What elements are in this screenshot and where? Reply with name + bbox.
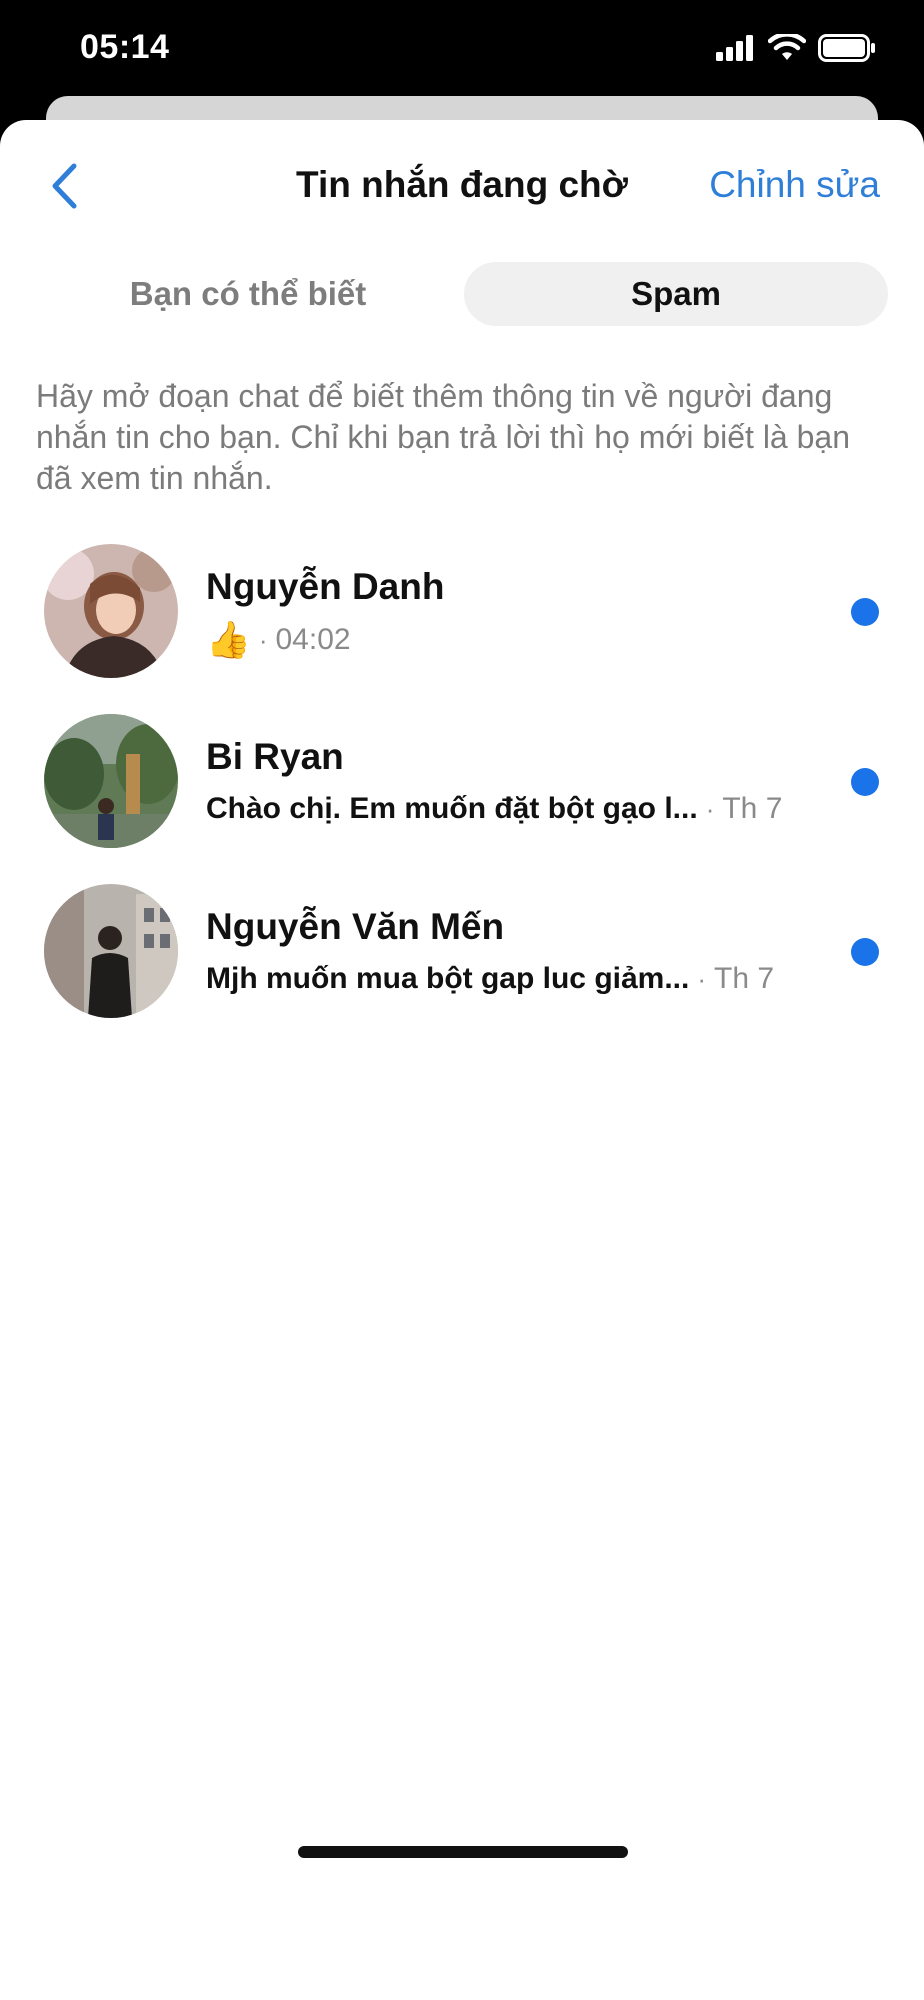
conversation-time: 04:02 — [275, 623, 351, 656]
edit-button[interactable]: Chỉnh sửa — [709, 164, 880, 206]
status-bar: 05:14 — [0, 0, 924, 100]
conversation-time: Th 7 — [714, 962, 775, 995]
signal-icon — [716, 35, 753, 61]
status-icons — [716, 34, 876, 62]
conversation-time: Th 7 — [722, 792, 783, 825]
separator: · — [705, 793, 715, 824]
avatar — [44, 884, 178, 1018]
unread-dot — [851, 768, 879, 796]
conversation-subtitle: 👍 · 04:02 — [206, 622, 826, 658]
battery-icon — [818, 34, 875, 62]
segmented-control: Bạn có thể biết Spam — [36, 262, 888, 326]
conversation-item[interactable]: Nguyễn Văn Mến Mjh muốn mua bột gap luc … — [0, 880, 924, 1050]
thumbs-up-icon: 👍 — [206, 619, 251, 660]
conversation-subtitle: Mjh muốn mua bột gap luc giảm... · Th 7 — [206, 962, 826, 996]
conversation-subtitle: Chào chị. Em muốn đặt bột gạo l... · Th … — [206, 792, 826, 826]
status-time: 05:14 — [80, 28, 170, 66]
home-indicator[interactable] — [298, 1846, 628, 1858]
unread-dot — [851, 938, 879, 966]
conversation-preview: Chào chị. Em muốn đặt bột gạo l... — [206, 792, 698, 825]
conversation-name: Nguyễn Văn Mến — [206, 906, 505, 947]
nav-bar: Tin nhắn đang chờ Chỉnh sửa — [0, 150, 924, 220]
conversation-preview: Mjh muốn mua bột gap luc giảm... — [206, 962, 690, 995]
separator: · — [258, 624, 268, 655]
tab-people-you-may-know[interactable]: Bạn có thể biết — [36, 262, 460, 326]
unread-dot — [851, 598, 879, 626]
conversation-item[interactable]: Nguyễn Danh 👍 · 04:02 — [0, 540, 924, 710]
conversation-list: Nguyễn Danh 👍 · 04:02 Bi Ryan Chào chị. … — [0, 540, 924, 1050]
conversation-item[interactable]: Bi Ryan Chào chị. Em muốn đặt bột gạo l.… — [0, 710, 924, 880]
conversation-name: Nguyễn Danh — [206, 566, 445, 607]
avatar — [44, 544, 178, 678]
tab-spam[interactable]: Spam — [464, 262, 888, 326]
separator: · — [697, 963, 707, 994]
info-text: Hãy mở đoạn chat để biết thêm thông tin … — [36, 378, 850, 496]
wifi-icon — [768, 34, 806, 60]
conversation-name: Bi Ryan — [206, 736, 344, 777]
avatar — [44, 714, 178, 848]
pending-messages-sheet: Tin nhắn đang chờ Chỉnh sửa Bạn có thể b… — [0, 120, 924, 2000]
